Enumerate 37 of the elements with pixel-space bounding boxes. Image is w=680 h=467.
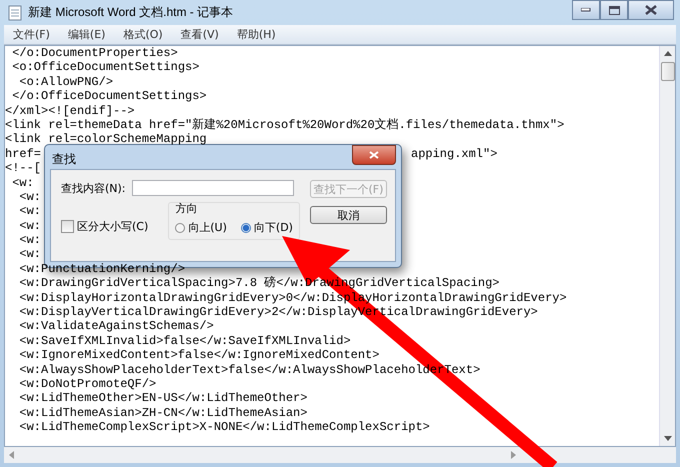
checkbox-label: 区分大小写(C) bbox=[77, 219, 148, 234]
menu-item[interactable]: 查看(V) bbox=[172, 27, 228, 42]
code-line: <w:LidThemeAsian>ZH-CN</w:LidThemeAsian> bbox=[18, 406, 308, 420]
code-line: </o:OfficeDocumentSettings> bbox=[11, 89, 207, 104]
code-line: <w:ValidateAgainstSchemas/> bbox=[18, 319, 214, 334]
code-line: <w: bbox=[18, 247, 42, 262]
code-line: <w:IgnoreMixedContent>false</w:IgnoreMixedContent> bbox=[18, 348, 380, 362]
code-line: <w:PunctuationKerning/> bbox=[18, 262, 186, 276]
code-line: href= bbox=[5, 146, 42, 161]
code-line: <w:LidThemeComplexScript>X-NONE</w:LidThemeComplexScript> bbox=[18, 420, 430, 434]
code-line: <w: bbox=[11, 176, 34, 190]
code-line: </xml><![endif]--> bbox=[5, 104, 135, 118]
field-label: 查找内容(N): bbox=[61, 180, 126, 196]
code-line: <o:OfficeDocumentSettings> bbox=[11, 60, 200, 74]
code-line: apping.xml"> bbox=[411, 146, 498, 162]
window-title: 新建 Microsoft Word 文档.htm - 记事本 bbox=[28, 4, 234, 21]
code-line: <w: bbox=[18, 190, 42, 204]
dialog-button[interactable]: 取消 bbox=[310, 206, 387, 224]
code-line: <w:SaveIfXMLInvalid>false</w:SaveIfXMLInvalid> bbox=[18, 334, 351, 348]
group-label: 方向 bbox=[175, 201, 198, 216]
code-line: <link rel=themeData href="新建%20Microsoft%20Word%20文档.files/themedata.thmx"> bbox=[5, 118, 564, 132]
code-line: <o:AllowPNG/> bbox=[18, 74, 114, 89]
code-line: <link rel=colorSchemeMapping bbox=[5, 132, 207, 146]
code-line: <w:DoNotPromoteQF/> bbox=[18, 376, 156, 391]
code-line: <w:LidThemeOther>EN-US</w:LidThemeOther> bbox=[18, 391, 308, 406]
code-line: <w: bbox=[18, 233, 42, 248]
menu-item[interactable]: 格式(O) bbox=[114, 27, 172, 42]
menu-item[interactable]: 文件(F) bbox=[4, 27, 59, 42]
code-line: </o:DocumentProperties> bbox=[11, 46, 178, 60]
radio-label: 向上(U) bbox=[188, 220, 227, 235]
menu-item[interactable]: 编辑(E) bbox=[58, 27, 114, 42]
code-line: <w: bbox=[18, 218, 42, 233]
code-line: <w: bbox=[18, 204, 42, 218]
menu-item[interactable]: 帮助(H) bbox=[228, 27, 285, 42]
code-line: <!--[ bbox=[5, 161, 42, 176]
dialog-title: 查找 bbox=[52, 151, 76, 168]
radio-label: 向下(D) bbox=[254, 220, 293, 235]
